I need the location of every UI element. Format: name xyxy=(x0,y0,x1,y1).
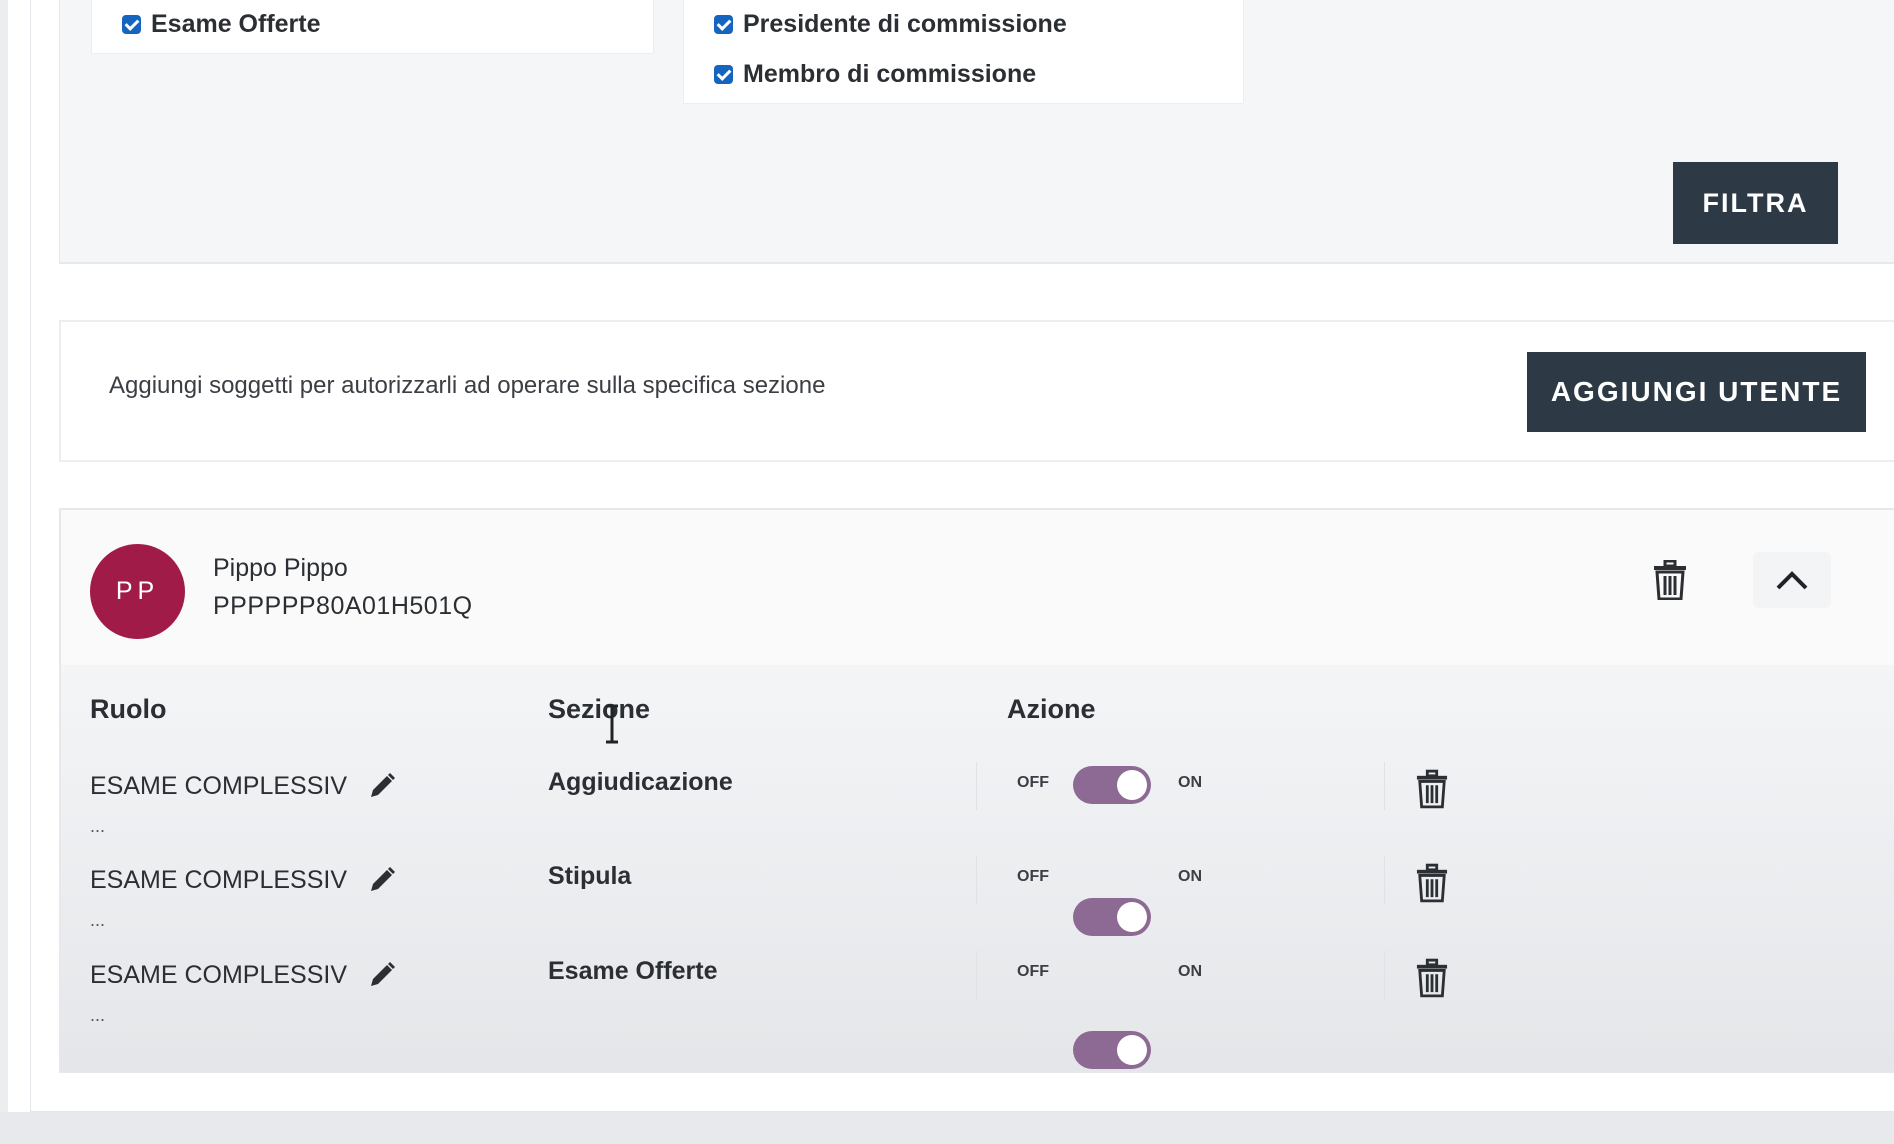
row-section: Aggiudicazione xyxy=(548,768,733,796)
filter-checkbox-label: Esame Offerte xyxy=(151,10,321,38)
row-role: ESAME COMPLESSIV xyxy=(90,961,348,989)
toggle-off-label: OFF xyxy=(1017,774,1049,791)
column-divider xyxy=(976,951,977,999)
delete-row-button[interactable] xyxy=(1410,765,1454,813)
column-divider xyxy=(1384,951,1385,999)
column-header-azione: Azione xyxy=(1007,694,1096,724)
column-divider xyxy=(1384,856,1385,904)
section-toggle[interactable] xyxy=(1073,898,1151,936)
user-name: Pippo Pippo xyxy=(213,554,348,582)
page-gutter xyxy=(0,0,8,1144)
chevron-up-icon xyxy=(1776,571,1808,590)
filter-checkbox-label: Presidente di commissione xyxy=(743,10,1067,38)
delete-user-button[interactable] xyxy=(1646,556,1694,604)
checkbox-checked-icon[interactable] xyxy=(714,15,733,34)
filter-checkbox-row[interactable]: Esame Offerte xyxy=(122,10,321,39)
row-section: Esame Offerte xyxy=(548,957,718,985)
pencil-icon xyxy=(371,867,395,891)
add-user-button[interactable]: AGGIUNGI UTENTE xyxy=(1527,352,1866,432)
row-role-more: ... xyxy=(90,910,106,930)
user-fiscal-code: PPPPPP80A01H501Q xyxy=(213,592,473,620)
row-role: ESAME COMPLESSIV xyxy=(90,772,348,800)
column-divider xyxy=(1384,762,1385,810)
trash-icon xyxy=(1654,560,1686,600)
edit-role-button[interactable] xyxy=(362,860,402,900)
toggle-on-label: ON xyxy=(1178,868,1202,885)
edit-role-button[interactable] xyxy=(362,766,402,806)
row-section: Stipula xyxy=(548,862,632,890)
edit-role-button[interactable] xyxy=(362,955,402,995)
toggle-off-label: OFF xyxy=(1017,868,1049,885)
avatar: PP xyxy=(90,544,185,639)
collapse-button[interactable] xyxy=(1753,552,1831,608)
delete-row-button[interactable] xyxy=(1410,954,1454,1002)
filter-button[interactable]: FILTRA xyxy=(1673,162,1838,244)
filter-checkbox-row[interactable]: Membro di commissione xyxy=(714,60,1036,89)
pencil-icon xyxy=(371,773,395,797)
add-user-description: Aggiungi soggetti per autorizzarli ad op… xyxy=(109,372,826,399)
section-toggle[interactable] xyxy=(1073,1031,1151,1069)
toggle-on-label: ON xyxy=(1178,963,1202,980)
row-role: ESAME COMPLESSIV xyxy=(90,866,348,894)
trash-icon xyxy=(1416,863,1448,903)
column-divider xyxy=(976,762,977,810)
checkbox-checked-icon[interactable] xyxy=(122,15,141,34)
column-header-ruolo: Ruolo xyxy=(90,694,167,724)
column-divider xyxy=(976,856,977,904)
delete-row-button[interactable] xyxy=(1410,859,1454,907)
row-role-more: ... xyxy=(90,1005,106,1025)
page-bottom-strip xyxy=(0,1112,1894,1144)
filter-checkbox-label: Membro di commissione xyxy=(743,60,1037,88)
filter-checkbox-row[interactable]: Presidente di commissione xyxy=(714,10,1067,39)
checkbox-checked-icon[interactable] xyxy=(714,65,733,84)
text-cursor-icon xyxy=(606,704,618,744)
toggle-on-label: ON xyxy=(1178,774,1202,791)
toggle-off-label: OFF xyxy=(1017,963,1049,980)
trash-icon xyxy=(1416,958,1448,998)
row-role-more: ... xyxy=(90,816,106,836)
section-toggle[interactable] xyxy=(1073,766,1151,804)
trash-icon xyxy=(1416,769,1448,809)
pencil-icon xyxy=(371,962,395,986)
user-card-header xyxy=(61,510,1894,665)
